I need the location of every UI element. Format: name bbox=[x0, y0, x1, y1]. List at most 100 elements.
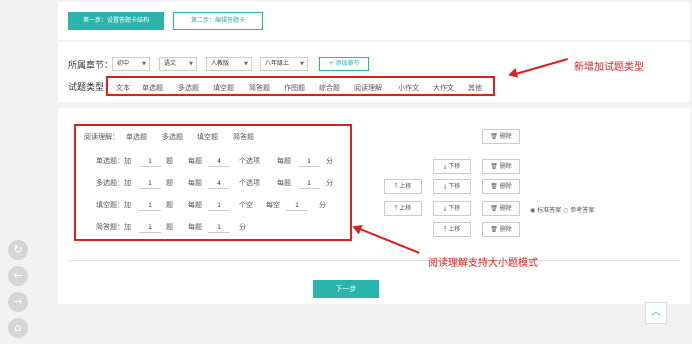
edition-select[interactable]: 人教版 ▼ bbox=[206, 57, 252, 71]
move-down-label: 下移 bbox=[448, 163, 461, 170]
grade-select-value: 八年级上 bbox=[265, 60, 290, 67]
delete-label: 删除 bbox=[499, 183, 512, 190]
row-single-count[interactable]: 1 bbox=[139, 156, 161, 167]
level-select-value: 初中 bbox=[117, 60, 130, 67]
delete-label: 删除 bbox=[499, 133, 512, 140]
add-section-button[interactable]: + 添加章节 bbox=[319, 57, 369, 71]
row-fill-unit2: 个空 bbox=[239, 201, 253, 209]
next-step-button[interactable]: 下一步 bbox=[313, 280, 379, 298]
row-fill-score-label: 每空 bbox=[266, 201, 280, 209]
type-short-essay[interactable]: 小作文 bbox=[398, 83, 419, 93]
delete-label: 删除 bbox=[499, 226, 512, 233]
tab-single[interactable]: 单选题 bbox=[126, 132, 147, 142]
row-short-score-unit: 分 bbox=[239, 223, 246, 231]
move-down-button[interactable]: ⤓ 下移 bbox=[433, 179, 471, 194]
type-text[interactable]: 文本 bbox=[116, 83, 130, 93]
reading-title: 阅读理解： bbox=[84, 133, 119, 141]
row-single-unit: 题 bbox=[166, 157, 173, 165]
delete-button[interactable]: 🗑 删除 bbox=[482, 159, 520, 174]
row-multi-score-label: 每题 bbox=[277, 179, 291, 187]
delete-button[interactable]: 🗑 删除 bbox=[482, 179, 520, 194]
row-single-unit2: 个选项 bbox=[239, 157, 260, 165]
row-fill-blanks[interactable]: 1 bbox=[208, 200, 230, 211]
refresh-icon[interactable]: ↻ bbox=[8, 240, 28, 260]
type-reading[interactable]: 阅读理解 bbox=[354, 83, 382, 93]
move-down-label: 下移 bbox=[448, 183, 461, 190]
row-fill-score[interactable]: 1 bbox=[286, 200, 308, 211]
trash-icon: 🗑 bbox=[490, 226, 500, 233]
level-select[interactable]: 初中 ▼ bbox=[112, 57, 150, 71]
row-fill-score-unit: 分 bbox=[319, 201, 326, 209]
step1-tab[interactable]: 第一步：设置答题卡结构 bbox=[68, 12, 164, 30]
row-fill-count[interactable]: 1 bbox=[139, 200, 161, 211]
chevron-down-icon: ▼ bbox=[142, 61, 146, 67]
row-multi-count[interactable]: 1 bbox=[139, 178, 161, 189]
step2-tab[interactable]: 第二步：编辑答题卡 bbox=[173, 12, 263, 30]
delete-label: 删除 bbox=[499, 163, 512, 170]
subject-select[interactable]: 语文 ▼ bbox=[159, 57, 197, 71]
question-type-list: 文本 单选题 多选题 填空题 简答题 作图题 综合题 阅读理解 小作文 大作文 … bbox=[106, 76, 495, 96]
home-icon[interactable]: ⌂ bbox=[8, 318, 28, 338]
move-down-button[interactable]: ⤓ 下移 bbox=[433, 159, 471, 174]
trash-icon: 🗑 bbox=[490, 163, 500, 170]
section-label: 所属章节： bbox=[68, 61, 114, 71]
row-multi-score-unit: 分 bbox=[326, 179, 333, 187]
type-fill[interactable]: 填空题 bbox=[213, 83, 234, 93]
type-short[interactable]: 简答题 bbox=[249, 83, 270, 93]
grade-select[interactable]: 八年级上 ▼ bbox=[260, 57, 308, 71]
row-single-options[interactable]: 4 bbox=[208, 156, 230, 167]
row-fill-unit: 题 bbox=[166, 201, 173, 209]
row-single-score-unit: 分 bbox=[326, 157, 333, 165]
row-multi-score[interactable]: 1 bbox=[298, 178, 320, 189]
annotation-new-types: 新增加试题类型 bbox=[574, 62, 644, 73]
trash-icon: 🗑 bbox=[490, 133, 500, 140]
row-multi-each: 每题 bbox=[188, 179, 202, 187]
radio-unchecked-icon: ○ bbox=[563, 207, 569, 214]
chevron-down-icon: ▼ bbox=[189, 61, 193, 67]
delete-button[interactable]: 🗑 删除 bbox=[482, 129, 520, 144]
tab-multi[interactable]: 多选题 bbox=[162, 132, 183, 142]
move-up-button[interactable]: ⤒ 上移 bbox=[384, 179, 422, 194]
row-short-count[interactable]: 1 bbox=[139, 222, 161, 233]
row-multi-options[interactable]: 4 bbox=[208, 178, 230, 189]
delete-button[interactable]: 🗑 删除 bbox=[482, 222, 520, 237]
row-multi-label: 多选题：加 bbox=[96, 179, 131, 187]
type-multi[interactable]: 多选题 bbox=[178, 83, 199, 93]
row-short-unit: 题 bbox=[166, 223, 173, 231]
move-up-label: 上移 bbox=[399, 205, 412, 212]
delete-button[interactable]: 🗑 删除 bbox=[482, 201, 520, 216]
type-long-essay[interactable]: 大作文 bbox=[433, 83, 454, 93]
divider bbox=[68, 260, 680, 261]
move-up-label: 上移 bbox=[399, 183, 412, 190]
row-single-each: 每题 bbox=[188, 157, 202, 165]
radio-checked-icon: ◉ bbox=[530, 207, 536, 214]
row-short-score[interactable]: 1 bbox=[208, 222, 230, 233]
row-short-each: 每题 bbox=[188, 223, 202, 231]
reading-config-box: 阅读理解： 单选题 多选题 填空题 简答题 单选题：加 1 题 每题 4 个选项… bbox=[74, 124, 352, 241]
radio-reference-label: 参考答案 bbox=[570, 207, 595, 214]
move-down-button[interactable]: ⤓ 下移 bbox=[433, 201, 471, 216]
tab-short[interactable]: 简答题 bbox=[233, 132, 254, 142]
type-composite[interactable]: 综合题 bbox=[319, 83, 340, 93]
row-short-label: 简答题：加 bbox=[96, 223, 131, 231]
row-single-score-label: 每题 bbox=[277, 157, 291, 165]
type-other[interactable]: 其他 bbox=[468, 83, 482, 93]
main-panel: 阅读理解： 单选题 多选题 填空题 简答题 单选题：加 1 题 每题 4 个选项… bbox=[58, 108, 690, 304]
radio-standard-label: 标准答案 bbox=[537, 207, 562, 214]
row-fill-label: 填空题：加 bbox=[96, 201, 131, 209]
edition-select-value: 人教版 bbox=[211, 60, 230, 67]
answer-type-radio[interactable]: ◉ 标准答案 ○ 参考答案 bbox=[530, 205, 594, 214]
trash-icon: 🗑 bbox=[490, 205, 500, 212]
trash-icon: 🗑 bbox=[490, 183, 500, 190]
row-single-label: 单选题：加 bbox=[96, 157, 131, 165]
scroll-top-button[interactable]: ︿ bbox=[645, 302, 667, 324]
subject-select-value: 语文 bbox=[164, 60, 177, 67]
move-up-button[interactable]: ⤒ 上移 bbox=[384, 201, 422, 216]
type-draw[interactable]: 作图题 bbox=[284, 83, 305, 93]
tab-fill[interactable]: 填空题 bbox=[197, 132, 218, 142]
type-single[interactable]: 单选题 bbox=[142, 83, 163, 93]
row-single-score[interactable]: 1 bbox=[298, 156, 320, 167]
forward-icon[interactable]: → bbox=[8, 292, 28, 312]
back-icon[interactable]: ← bbox=[8, 266, 28, 286]
move-up-button[interactable]: ⤒ 上移 bbox=[433, 222, 471, 237]
